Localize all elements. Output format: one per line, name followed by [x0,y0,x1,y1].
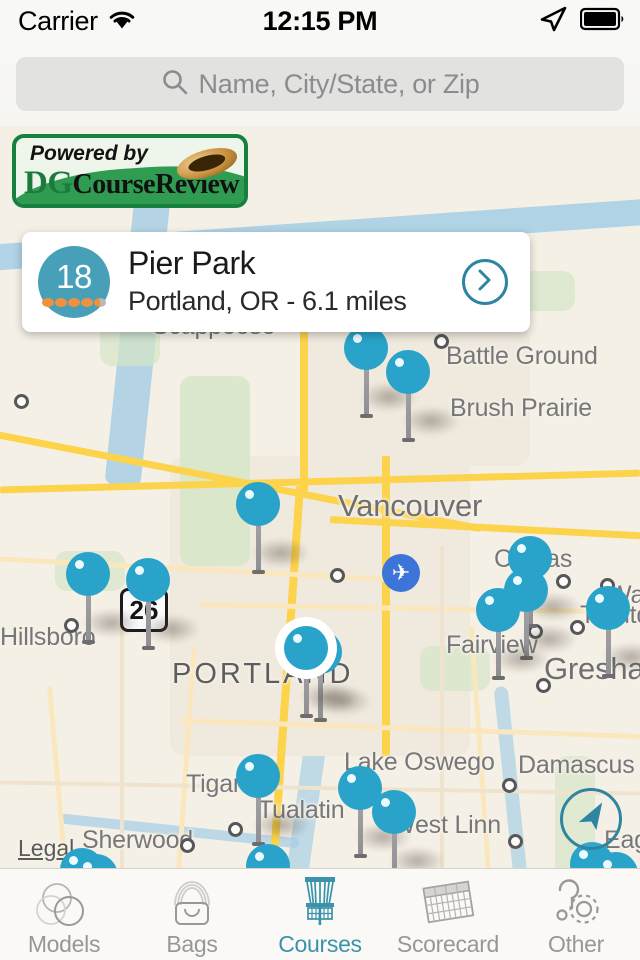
tab-scorecard-label: Scorecard [396,930,500,957]
scorecard-grid-icon [418,877,478,927]
map-pin-head [236,482,280,526]
map-place-dot [434,334,449,349]
map-place-dot [508,834,523,849]
course-holes-count: 18 [56,257,92,295]
dgcoursereview-badge[interactable]: Powered by DGCourseReview [12,134,248,208]
map-pin-head [476,588,520,632]
tab-bags-label: Bags [166,930,218,957]
map-pin[interactable] [476,588,550,683]
rating-disc [81,298,93,307]
course-detail-button[interactable] [462,259,508,305]
navigation-arrow-icon [571,797,611,842]
map-place-dot [180,838,195,853]
map-label: Battle Ground [446,342,598,370]
map-pin-head [372,790,416,834]
tab-bags[interactable]: Bags [128,869,256,960]
rating-disc [94,298,106,307]
map-pin[interactable] [126,558,200,653]
bag-icon [164,877,220,927]
map-pin-shadow [252,538,310,568]
rating-disc [55,298,67,307]
map-pin-head [284,626,328,670]
map-pin-head [586,586,630,630]
map-place-dot [556,574,571,589]
app-root: Carrier 12:15 PM Name, City/State, or Zi… [0,0,640,960]
badge-powered-by: Powered by [30,142,148,165]
map-label: Vancouver [338,488,483,523]
map-place-dot [330,568,345,583]
map-pin[interactable] [66,552,140,647]
map-pin-shadow [492,644,550,674]
map-pin-head [66,552,110,596]
tab-models-label: Models [27,930,101,957]
map-pin-head [386,350,430,394]
search-icon [161,68,189,101]
map-pin[interactable] [236,754,310,849]
battery-full-icon [579,7,626,36]
map-pin[interactable] [386,350,460,445]
course-location-distance: Portland, OR - 6.1 miles [128,285,407,316]
map-pin-head [236,754,280,798]
disc-golf-basket-icon [292,876,348,927]
map-pin-head [246,844,290,868]
discs-icon [33,877,95,927]
airport-icon: ✈ [382,554,420,592]
map-pin-head [594,852,638,868]
map-label: Damascus [518,751,635,779]
course-holes-badge: 18 [38,246,110,318]
search-input[interactable]: Name, City/State, or Zip [16,57,624,111]
search-bar-container: Name, City/State, or Zip [0,42,640,126]
map-pin-shadow [142,614,200,644]
map-pin[interactable] [74,854,118,868]
location-arrow-icon [538,5,568,38]
map-pin-head [126,558,170,602]
map-place-dot [502,778,517,793]
badge-dg-text: DG [24,165,73,201]
map-pin[interactable] [344,326,418,421]
map-pin[interactable] [236,482,310,577]
map-pin[interactable] [246,844,290,868]
course-name: Pier Park [128,245,256,282]
map-pin[interactable] [586,586,640,681]
map-pin-shadow [388,846,446,868]
map-place-dot [14,394,29,409]
status-bar-right [538,5,626,38]
course-rating [38,298,110,307]
course-text-block: Pier Park Portland, OR - 6.1 miles [128,245,462,319]
tab-courses-label: Courses [278,930,362,957]
tab-models[interactable]: Models [0,869,128,960]
search-placeholder: Name, City/State, or Zip [198,68,480,99]
tab-courses[interactable]: Courses [256,869,384,960]
tab-other-label: Other [547,930,605,957]
rating-disc [42,298,54,307]
map-pin-selected[interactable] [284,626,358,721]
tab-other[interactable]: Other [512,869,640,960]
map-pin-shadow [402,406,460,436]
map-pin-shadow [300,682,358,712]
map-place-dot [536,678,551,693]
question-gear-icon [547,877,605,927]
course-info-card[interactable]: 18 Pier Park Portland, OR - 6.1 miles [22,232,530,332]
locate-me-button[interactable] [560,788,622,850]
map-pin[interactable] [372,790,446,868]
map-pin-shadow [252,810,310,840]
rating-disc [68,298,80,307]
tab-scorecard[interactable]: Scorecard [384,869,512,960]
map-pin-head [344,326,388,370]
map-pin[interactable] [594,852,638,868]
chevron-right-icon [474,267,496,298]
tab-bar: Models Bags Courses Scorecard Other [0,868,640,960]
map-pin-head [74,854,118,868]
map-label: Brush Prairie [450,394,592,422]
status-bar: Carrier 12:15 PM [0,0,640,42]
